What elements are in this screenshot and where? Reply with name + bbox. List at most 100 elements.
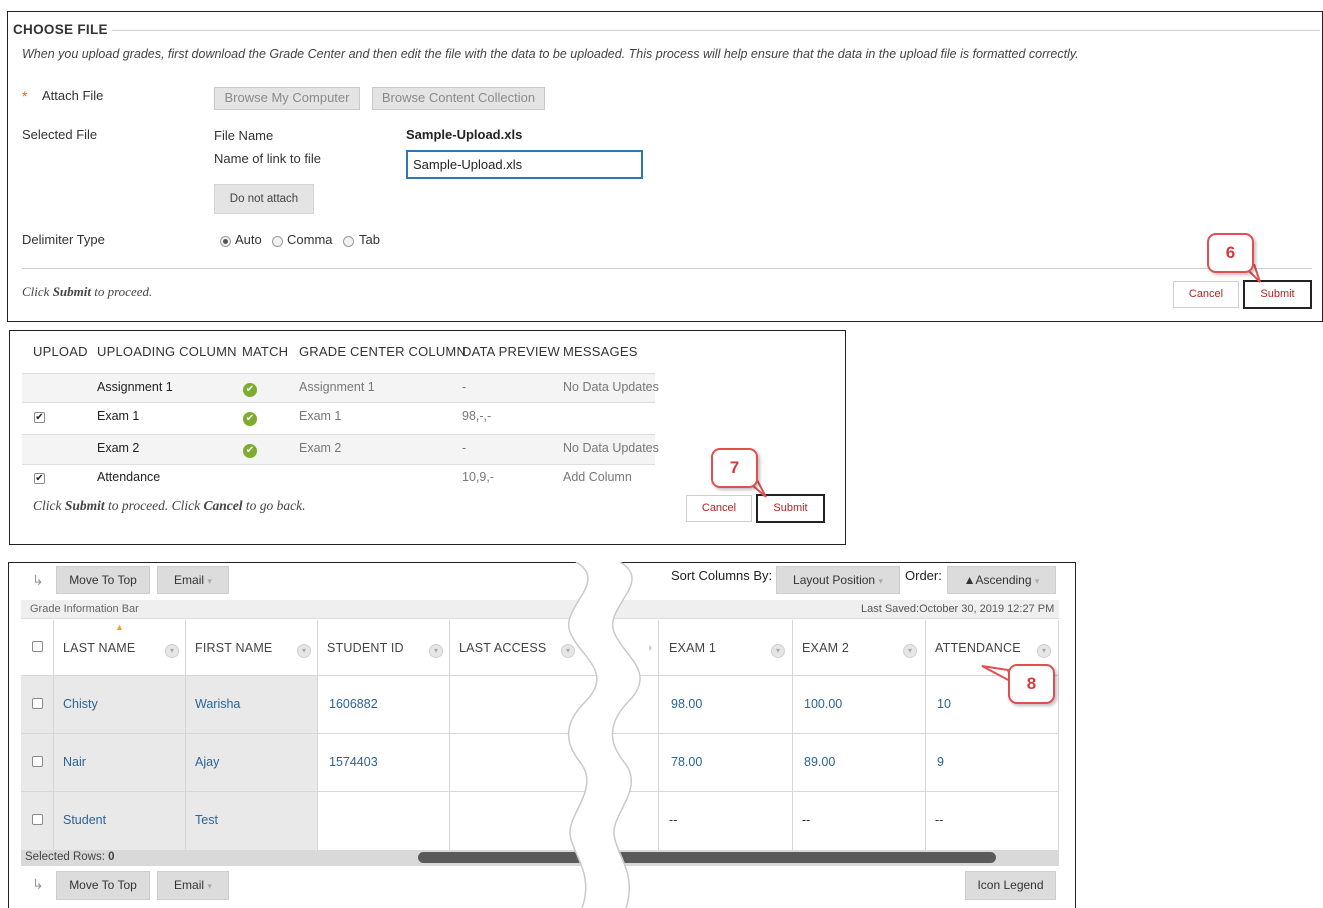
col-student-id-menu-icon[interactable]: ▾ (429, 644, 443, 658)
row-2-attendance[interactable]: 9 (937, 755, 944, 769)
row-2-student-id[interactable]: 1574403 (329, 755, 378, 769)
cancel-button-1[interactable]: Cancel (1173, 281, 1239, 308)
row4-upload-checkbox[interactable]: ✔ (34, 473, 45, 484)
col-attendance[interactable]: ATTENDANCE (935, 641, 1021, 655)
choose-file-footer-text: Click Submit to proceed. (22, 284, 152, 300)
move-to-top-button[interactable]: Move To Top (56, 566, 150, 594)
last-saved-text: Last Saved:October 30, 2019 12:27 PM (861, 603, 1055, 615)
col-last-name[interactable]: LAST NAME (63, 641, 135, 655)
do-not-attach-button[interactable]: Do not attach (214, 184, 314, 214)
arrow-indent-icon-bottom: ↳ (32, 876, 44, 892)
email-label-bottom: Email (174, 878, 205, 892)
row-3-attendance[interactable]: -- (935, 813, 943, 827)
row-1-exam-1[interactable]: 98.00 (671, 697, 702, 711)
email-button-bottom[interactable]: Email ▾ (157, 871, 229, 900)
row-2-exam-2[interactable]: 89.00 (804, 755, 835, 769)
row-2-checkbox[interactable] (32, 756, 43, 767)
torn-edge-divider (567, 562, 641, 908)
row-2-last-name[interactable]: Nair (63, 755, 86, 769)
required-mark: * (22, 88, 28, 104)
col-first-name[interactable]: FIRST NAME (195, 641, 272, 655)
header-upload: UPLOAD (33, 344, 88, 359)
delimiter-auto-label: Auto (235, 232, 262, 247)
row-1-checkbox[interactable] (32, 698, 43, 709)
row-1-last-name[interactable]: Chisty (63, 697, 98, 711)
row2-upload-checkbox[interactable]: ✔ (34, 412, 45, 423)
delimiter-comma-radio[interactable] (272, 236, 283, 247)
selected-rows-label: Selected Rows: (25, 851, 109, 863)
row2-preview: 98,-,- (462, 409, 492, 423)
delimiter-auto-radio[interactable] (220, 236, 231, 247)
row1-match-icon: ✔ (243, 383, 257, 397)
delimiter-tab-radio[interactable] (343, 236, 354, 247)
email-button[interactable]: Email ▾ (157, 566, 229, 594)
grid-col-sep-1 (53, 620, 54, 850)
row3-match-icon: ✔ (243, 444, 257, 458)
file-name-value: Sample-Upload.xls (406, 127, 523, 142)
row3-gc-column: Exam 2 (299, 441, 342, 455)
row-3-exam-1[interactable]: -- (669, 813, 677, 827)
sort-indicator-icon: ▲ (115, 622, 124, 632)
col-attendance-menu-icon[interactable]: ▾ (1037, 644, 1051, 658)
browse-content-collection-button[interactable]: Browse Content Collection (372, 87, 545, 110)
footer7-bold1: Submit (64, 498, 105, 513)
grid-col-sep-2 (185, 620, 186, 850)
footer-bold: Submit (52, 284, 91, 299)
delimiter-tab-label: Tab (359, 232, 380, 247)
col-student-id[interactable]: STUDENT ID (327, 641, 404, 655)
row-3-checkbox[interactable] (32, 814, 43, 825)
header-data-preview: DATA PREVIEW (462, 344, 560, 359)
select-all-checkbox[interactable] (32, 641, 43, 652)
col-exam-1[interactable]: EXAM 1 (669, 641, 716, 655)
col-exam-2-menu-icon[interactable]: ▾ (903, 644, 917, 658)
row1-message: No Data Updates (563, 380, 659, 394)
row-1-attendance[interactable]: 10 (937, 697, 951, 711)
col-last-name-menu-icon[interactable]: ▾ (165, 644, 179, 658)
selected-file-label: Selected File (22, 127, 98, 142)
col-last-access[interactable]: LAST ACCESS (459, 641, 546, 655)
row-3-last-name[interactable]: Student (63, 813, 106, 827)
header-uploading-column: UPLOADING COLUMN (97, 344, 237, 359)
row3-preview: - (462, 441, 467, 455)
browse-my-computer-button[interactable]: Browse My Computer (214, 87, 360, 110)
row-2-exam-1[interactable]: 78.00 (671, 755, 702, 769)
order-label: Order: (905, 568, 942, 583)
col-first-name-menu-icon[interactable]: ▾ (297, 644, 311, 658)
sort-columns-select[interactable]: Layout Position ▾ (776, 566, 900, 594)
row4-preview: 10,9,- (462, 470, 494, 484)
order-select[interactable]: ▲Ascending ▾ (947, 566, 1056, 594)
heading-rule (112, 30, 1320, 31)
footer-prefix: Click (22, 284, 53, 299)
row-2-first-name[interactable]: Ajay (195, 755, 219, 769)
email-label: Email (174, 573, 205, 587)
link-name-input[interactable] (406, 150, 643, 179)
instructions-text: When you upload grades, first download t… (22, 47, 1079, 61)
footer7-part1: Click (33, 498, 65, 513)
col-exam-1-menu-icon[interactable]: ▾ (771, 644, 785, 658)
horizontal-scrollbar-thumb[interactable] (418, 852, 996, 863)
row-1-student-id[interactable]: 1606882 (329, 697, 378, 711)
callout-6: 6 (1207, 233, 1254, 273)
row2-gc-column: Exam 1 (299, 409, 342, 423)
row-1-exam-2[interactable]: 100.00 (804, 697, 842, 711)
delimiter-type-label: Delimiter Type (22, 232, 105, 247)
chevron-down-icon: ▾ (207, 881, 212, 891)
row-3-exam-2[interactable]: -- (802, 813, 810, 827)
sort-columns-value: Layout Position (793, 573, 876, 587)
move-to-top-button-bottom[interactable]: Move To Top (56, 871, 150, 900)
footer7-bold2: Cancel (203, 498, 243, 513)
selected-rows-text: Selected Rows: 0 (25, 851, 115, 863)
row3-message: No Data Updates (563, 441, 659, 455)
row2-match-icon: ✔ (243, 412, 257, 426)
row4-message: Add Column (563, 470, 632, 484)
row2-column: Exam 1 (97, 409, 140, 423)
row-3-first-name[interactable]: Test (195, 813, 218, 827)
row1-column: Assignment 1 (97, 380, 173, 394)
row-1-first-name[interactable]: Warisha (195, 697, 240, 711)
header-messages: MESSAGES (563, 344, 638, 359)
header-grade-center-column: GRADE CENTER COLUMN (299, 344, 467, 359)
attach-file-label: Attach File (42, 88, 104, 103)
icon-legend-button[interactable]: Icon Legend (965, 871, 1056, 900)
col-exam-2[interactable]: EXAM 2 (802, 641, 849, 655)
grid-col-sep-8 (1058, 620, 1059, 850)
